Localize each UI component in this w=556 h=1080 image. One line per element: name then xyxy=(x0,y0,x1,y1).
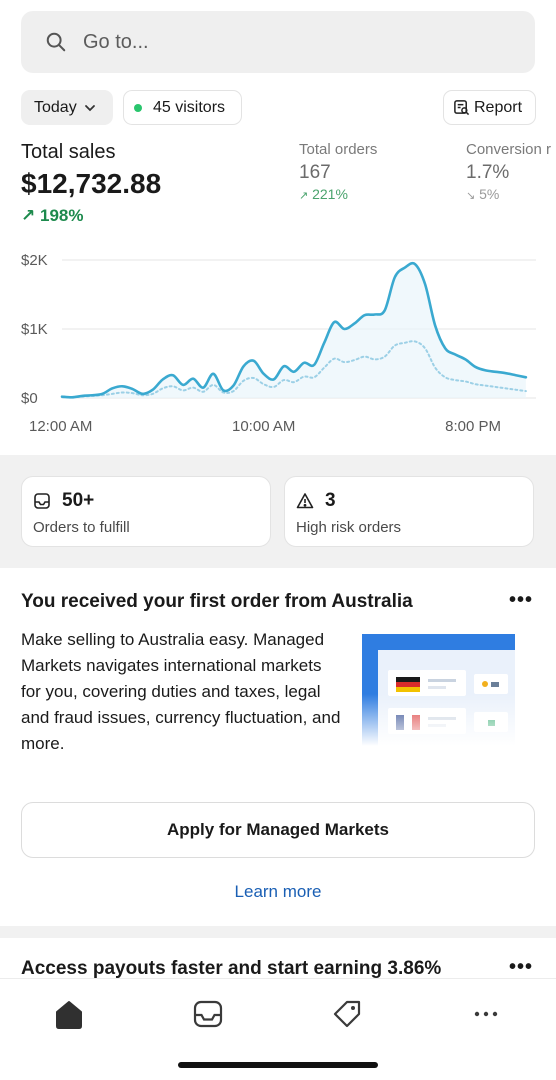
conversion-value: 1.7% xyxy=(466,162,510,183)
search-placeholder: Go to... xyxy=(83,30,149,53)
report-button[interactable]: Report xyxy=(443,90,536,125)
report-icon xyxy=(454,100,470,116)
home-indicator xyxy=(178,1062,378,1068)
orders-to-fulfill-card[interactable]: 50+ Orders to fulfill xyxy=(21,476,271,547)
section-divider xyxy=(0,926,556,938)
apply-managed-markets-button[interactable]: Apply for Managed Markets xyxy=(21,802,535,858)
x-tick-label: 12:00 AM xyxy=(29,418,92,435)
inbox-icon xyxy=(34,493,50,509)
total-sales-value: $12,732.88 xyxy=(21,168,162,199)
home-icon[interactable] xyxy=(52,997,86,1031)
promo-more-icon[interactable]: ••• xyxy=(509,589,533,612)
total-orders-label: Total orders xyxy=(299,141,378,158)
high-risk-orders-value: 3 xyxy=(325,490,336,511)
x-tick-label: 8:00 PM xyxy=(445,418,501,435)
y-tick-label: $2K xyxy=(21,252,48,269)
promo-title: You received your first order from Austr… xyxy=(21,591,413,612)
y-tick-label: $1K xyxy=(21,321,48,338)
high-risk-orders-card[interactable]: 3 High risk orders xyxy=(284,476,534,547)
search-bar[interactable]: Go to... xyxy=(21,11,535,73)
learn-more-link[interactable]: Learn more xyxy=(0,882,556,902)
date-range-label: Today xyxy=(34,98,77,116)
report-label: Report xyxy=(474,98,523,116)
search-icon xyxy=(46,32,66,52)
chevron-down-icon xyxy=(84,104,95,111)
sales-chart[interactable]: $0 $1K $2K 12:00 AM 10:00 AM 8:00 PM xyxy=(0,240,556,440)
x-tick-label: 10:00 AM xyxy=(232,418,295,435)
orders-to-fulfill-value: 50+ xyxy=(62,490,95,511)
total-sales-label: Total sales xyxy=(21,141,116,163)
total-sales-change: ↗ 198% xyxy=(21,206,84,225)
y-tick-label: $0 xyxy=(21,390,38,407)
arrow-up-right-icon: ↗ xyxy=(299,190,309,202)
live-dot-icon xyxy=(134,103,142,112)
arrow-up-right-icon: ↗ xyxy=(21,206,36,225)
payouts-more-icon[interactable]: ••• xyxy=(509,956,533,979)
more-icon[interactable] xyxy=(469,997,503,1031)
arrow-down-right-icon: ↘ xyxy=(466,190,476,202)
products-icon[interactable] xyxy=(330,997,364,1031)
orders-to-fulfill-label: Orders to fulfill xyxy=(33,519,130,536)
visitors-label: 45 visitors xyxy=(153,98,226,116)
series-area-fill xyxy=(62,263,526,398)
total-orders-change: ↗ 221% xyxy=(299,186,348,202)
managed-markets-illustration xyxy=(362,634,515,746)
orders-icon[interactable] xyxy=(191,997,225,1031)
date-range-selector[interactable]: Today xyxy=(21,90,113,125)
conversion-change: ↘ 5% xyxy=(466,186,500,202)
promo-body: Make selling to Australia easy. Managed … xyxy=(21,630,341,753)
payouts-card-title: Access payouts faster and start earning … xyxy=(21,958,442,979)
high-risk-orders-label: High risk orders xyxy=(296,519,402,536)
conversion-label: Conversion r xyxy=(466,141,552,158)
total-orders-value: 167 xyxy=(299,162,331,183)
alert-triangle-icon xyxy=(296,493,314,509)
live-visitors-button[interactable]: 45 visitors xyxy=(123,90,242,125)
